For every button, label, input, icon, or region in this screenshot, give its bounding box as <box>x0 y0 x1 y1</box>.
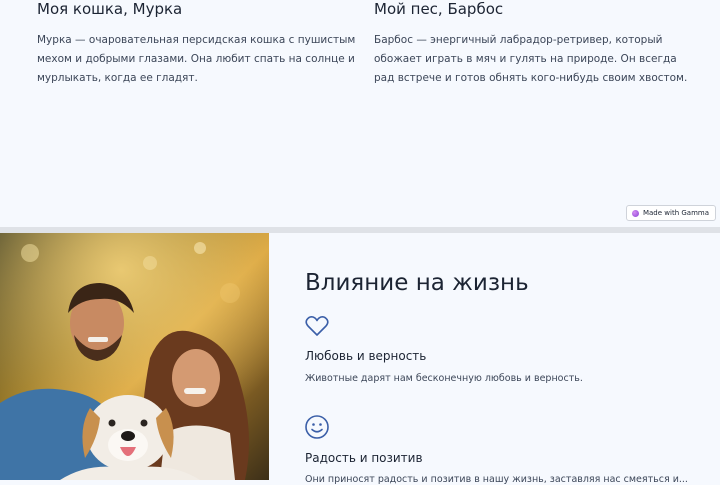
impact-slide: Влияние на жизнь Любовь и верность Живот… <box>0 233 720 485</box>
feature-text-love: Животные дарят нам бесконечную любовь и … <box>305 373 583 384</box>
pet-card-title: Моя кошка, Мурка <box>37 0 183 18</box>
badge-label: Made with Gamma <box>642 209 709 217</box>
feature-title-joy: Радость и позитив <box>305 451 423 465</box>
feature-title-love: Любовь и верность <box>305 349 427 363</box>
pet-card-title: Мой пес, Барбос <box>374 0 504 18</box>
gamma-logo-icon <box>631 209 639 217</box>
couple-with-dog-photo <box>0 233 269 480</box>
made-with-gamma-badge[interactable]: Made with Gamma <box>625 205 716 221</box>
pets-slide: Моя кошка, Мурка Мурка — очаровательная … <box>0 0 720 227</box>
section-title: Влияние на жизнь <box>305 270 529 296</box>
pet-card-text: Барбос — энергичный лабрадор-ретривер, к… <box>374 34 688 84</box>
heart-icon <box>305 315 329 336</box>
pet-card-text: Мурка — очаровательная персидская кошка … <box>37 34 356 84</box>
smile-icon <box>305 415 329 439</box>
pet-card-dog: Мой пес, Барбос Барбос — энергичный лабр… <box>374 0 694 88</box>
pet-card-cat: Моя кошка, Мурка Мурка — очаровательная … <box>37 0 357 88</box>
